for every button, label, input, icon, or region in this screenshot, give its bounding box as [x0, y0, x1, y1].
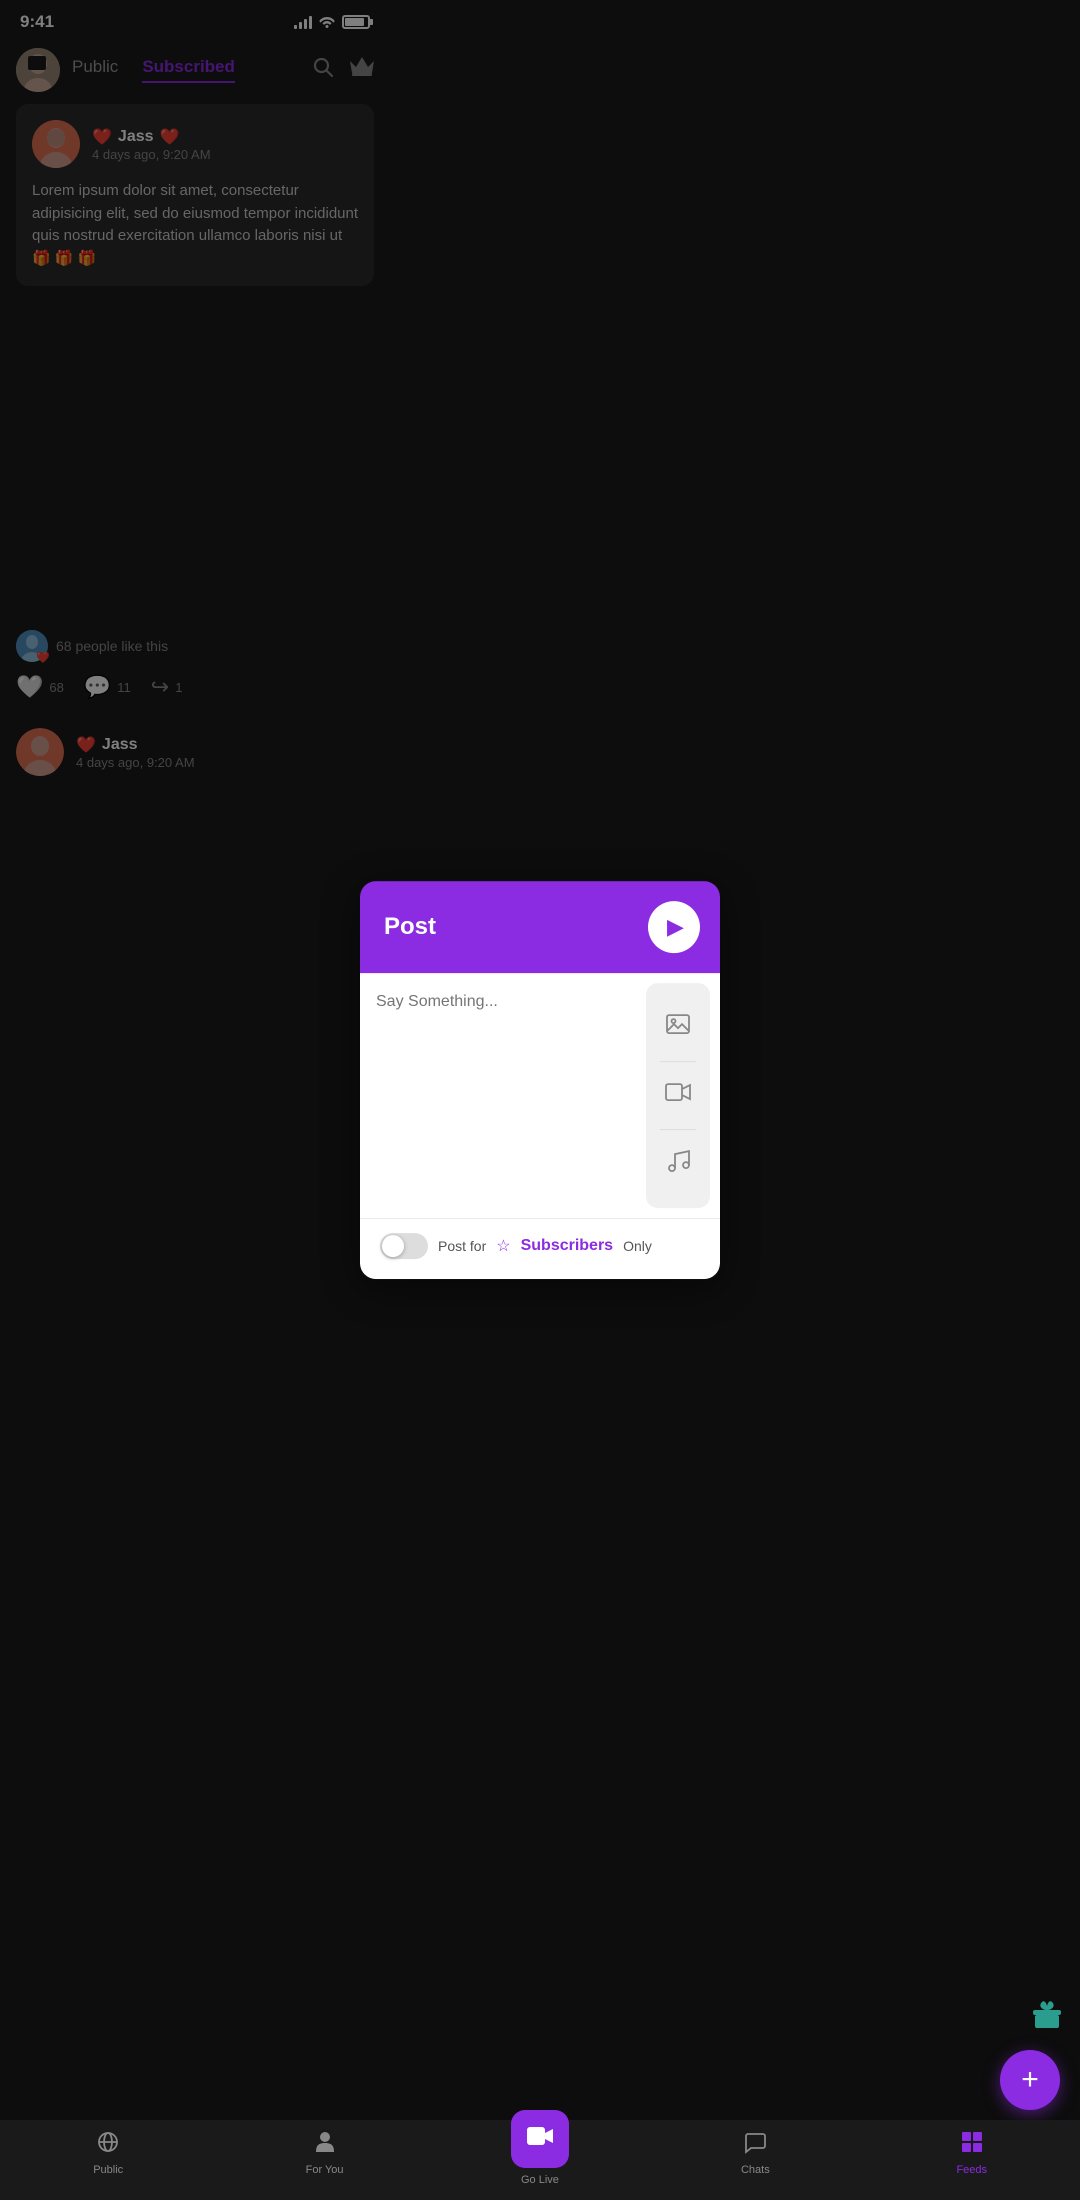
toggle-knob	[382, 1235, 404, 1257]
bottom-navigation: Public For You Go Live Ch	[0, 2120, 1080, 2200]
send-icon: ▶	[667, 914, 684, 940]
nav-foryou[interactable]: For You	[295, 2130, 355, 2176]
post-for-label: Post for	[438, 1238, 486, 1254]
nav-public[interactable]: Public	[78, 2130, 138, 2176]
public-nav-icon	[96, 2130, 120, 2160]
golive-button[interactable]	[511, 2110, 569, 2168]
post-modal: Post ▶	[360, 881, 720, 1279]
chats-nav-icon	[743, 2130, 767, 2160]
only-label: Only	[623, 1238, 652, 1254]
nav-feeds-label: Feeds	[956, 2164, 987, 2176]
nav-golive-label: Go Live	[521, 2174, 559, 2186]
gift-button[interactable]	[1030, 1998, 1064, 2040]
nav-chats-label: Chats	[741, 2164, 770, 2176]
subscribers-toggle[interactable]	[380, 1233, 428, 1259]
divider-2	[660, 1129, 696, 1130]
image-icon	[665, 1011, 691, 1043]
star-icon: ☆	[496, 1236, 510, 1256]
send-button[interactable]: ▶	[648, 901, 700, 953]
video-upload-button[interactable]	[656, 1074, 700, 1118]
nav-golive[interactable]: Go Live	[511, 2110, 569, 2186]
foryou-nav-icon	[314, 2130, 336, 2160]
video-icon	[665, 1082, 691, 1110]
modal-side-actions	[646, 983, 710, 1208]
modal-footer: Post for ☆ Subscribers Only	[360, 1218, 720, 1279]
nav-chats[interactable]: Chats	[725, 2130, 785, 2176]
create-post-fab[interactable]: +	[1000, 2050, 1060, 2110]
post-textarea[interactable]	[376, 993, 630, 1193]
modal-input-area[interactable]	[360, 973, 646, 1218]
modal-title: Post	[384, 913, 436, 941]
music-icon	[666, 1148, 690, 1180]
plus-icon: +	[1021, 2065, 1039, 2095]
music-upload-button[interactable]	[656, 1142, 700, 1186]
nav-foryou-label: For You	[306, 2164, 344, 2176]
nav-feeds[interactable]: Feeds	[942, 2130, 1002, 2176]
golive-icon	[526, 2124, 554, 2155]
modal-body	[360, 973, 720, 1218]
nav-public-label: Public	[93, 2164, 123, 2176]
modal-header: Post ▶	[360, 881, 720, 973]
image-upload-button[interactable]	[656, 1005, 700, 1049]
subscribers-label: Subscribers	[521, 1237, 613, 1255]
divider-1	[660, 1061, 696, 1062]
feeds-nav-icon	[960, 2130, 984, 2160]
